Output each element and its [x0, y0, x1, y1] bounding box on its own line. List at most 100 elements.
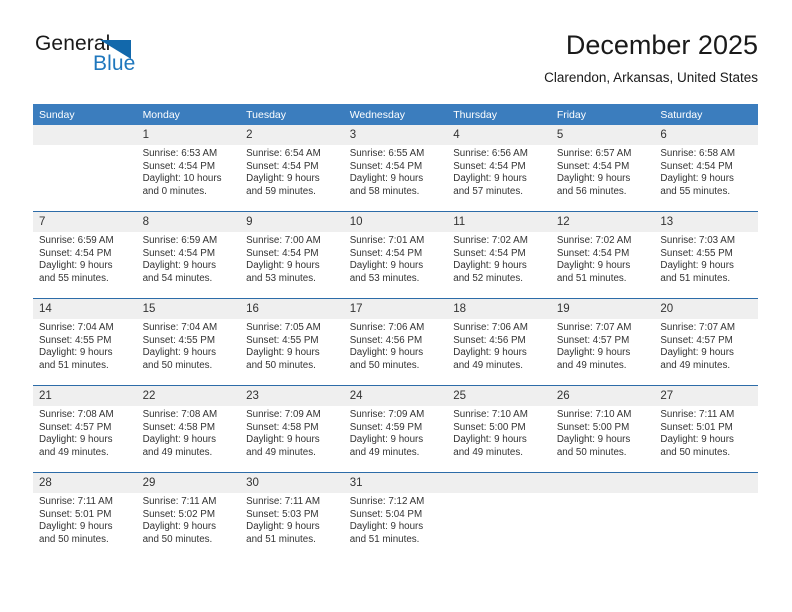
- day-details: Sunrise: 6:53 AM Sunset: 4:54 PM Daylight:…: [137, 145, 241, 198]
- calendar-day-cell[interactable]: 12 Sunrise: 7:02 AM Sunset: 4:54 PM Dayligh…: [550, 211, 655, 299]
- calendar-header-row: Sunday Monday Tuesday Wednesday Thursday…: [33, 104, 758, 125]
- calendar-day-cell[interactable]: 4 Sunrise: 6:56 AM Sunset: 4:54 PM Daylight…: [447, 125, 551, 212]
- calendar-day-cell[interactable]: 2 Sunrise: 6:54 AM Sunset: 4:54 PM Daylight…: [240, 125, 344, 212]
- day-detail-daylight-line1: Daylight: 9 hours: [453, 260, 527, 272]
- calendar-day-cell[interactable]: 15 Sunrise: 7:04 AM Sunset: 4:55 PM Dayligh…: [136, 298, 241, 386]
- day-detail-daylight-line1: Daylight: 9 hours: [246, 434, 320, 446]
- calendar-day-cell[interactable]: 30 Sunrise: 7:11 AM Sunset: 5:03 PM Dayligh…: [240, 472, 344, 559]
- calendar-day-cell[interactable]: 1 Sunrise: 6:53 AM Sunset: 4:54 PM Daylight…: [136, 125, 241, 212]
- day-cell-content: [33, 125, 137, 211]
- day-detail-daylight-line2: and 49 minutes.: [660, 359, 731, 371]
- calendar-day-cell[interactable]: 26 Sunrise: 7:10 AM Sunset: 5:00 PM Dayligh…: [550, 385, 655, 473]
- day-detail-daylight-line1: Daylight: 9 hours: [453, 434, 527, 446]
- day-cell-content: 9 Sunrise: 7:00 AM Sunset: 4:54 PM Daylight…: [240, 212, 344, 298]
- day-number: 21: [33, 386, 137, 406]
- calendar-day-cell[interactable]: 22 Sunrise: 7:08 AM Sunset: 4:58 PM Dayligh…: [136, 385, 241, 473]
- day-detail-sunset: Sunset: 4:54 PM: [142, 247, 215, 259]
- day-detail-daylight-line1: Daylight: 9 hours: [660, 173, 734, 185]
- day-number: 15: [136, 299, 241, 319]
- day-details: Sunrise: 7:09 AM Sunset: 4:58 PM Daylight:…: [240, 406, 344, 459]
- logo-text-blue: Blue: [93, 52, 136, 75]
- day-detail-sunset: Sunset: 4:54 PM: [556, 247, 630, 259]
- day-number: 19: [550, 299, 655, 319]
- day-detail-sunrise: Sunrise: 7:09 AM: [246, 409, 321, 420]
- calendar-day-cell[interactable]: 18 Sunrise: 7:06 AM Sunset: 4:56 PM Dayligh…: [447, 298, 551, 386]
- day-number: 5: [550, 125, 655, 145]
- day-detail-daylight-line1: Daylight: 9 hours: [142, 347, 217, 359]
- day-detail-sunrise: Sunrise: 6:58 AM: [660, 148, 735, 159]
- day-cell-content: 21 Sunrise: 7:08 AM Sunset: 4:57 PM Dayligh…: [33, 386, 137, 472]
- day-number: 10: [343, 212, 448, 232]
- day-number: 8: [136, 212, 241, 232]
- weekday-header-thursday: Thursday: [447, 104, 551, 125]
- general-blue-logo: General Blue: [33, 32, 263, 84]
- day-cell-content: 25 Sunrise: 7:10 AM Sunset: 5:00 PM Dayligh…: [447, 386, 551, 472]
- calendar-day-cell[interactable]: 24 Sunrise: 7:09 AM Sunset: 4:59 PM Dayligh…: [343, 385, 448, 473]
- day-detail-daylight-line2: and 50 minutes.: [246, 359, 316, 371]
- day-detail-sunrise: Sunrise: 6:56 AM: [453, 148, 528, 159]
- day-cell-content: 18 Sunrise: 7:06 AM Sunset: 4:56 PM Dayligh…: [447, 299, 551, 385]
- calendar-day-cell[interactable]: 7 Sunrise: 6:59 AM Sunset: 4:54 PM Daylight…: [33, 211, 137, 299]
- day-detail-daylight-line2: and 49 minutes.: [39, 446, 109, 458]
- calendar-day-cell[interactable]: 25 Sunrise: 7:10 AM Sunset: 5:00 PM Dayligh…: [447, 385, 551, 473]
- day-detail-sunset: Sunset: 4:58 PM: [246, 421, 319, 433]
- calendar-day-cell[interactable]: 23 Sunrise: 7:09 AM Sunset: 4:58 PM Dayligh…: [240, 385, 344, 473]
- day-cell-content: 28 Sunrise: 7:11 AM Sunset: 5:01 PM Dayligh…: [33, 473, 137, 559]
- day-detail-sunrise: Sunrise: 7:06 AM: [349, 322, 425, 333]
- weekday-header-sunday: Sunday: [33, 104, 137, 125]
- day-detail-daylight-line2: and 50 minutes.: [660, 446, 731, 458]
- day-details: Sunrise: 7:07 AM Sunset: 4:57 PM Daylight:…: [654, 319, 758, 372]
- day-detail-sunset: Sunset: 5:02 PM: [142, 508, 215, 520]
- day-detail-sunrise: Sunrise: 6:53 AM: [142, 148, 218, 159]
- calendar-day-cell[interactable]: 10 Sunrise: 7:01 AM Sunset: 4:54 PM Dayligh…: [343, 211, 448, 299]
- day-cell-content: 17 Sunrise: 7:06 AM Sunset: 4:56 PM Dayligh…: [343, 299, 448, 385]
- day-detail-daylight-line1: Daylight: 9 hours: [556, 260, 631, 272]
- day-detail-sunrise: Sunrise: 7:07 AM: [660, 322, 735, 333]
- day-detail-sunrise: Sunrise: 7:02 AM: [556, 235, 632, 246]
- day-detail-daylight-line2: and 49 minutes.: [142, 446, 213, 458]
- day-detail-sunset: Sunset: 4:54 PM: [349, 160, 423, 172]
- day-detail-daylight-line1: Daylight: 9 hours: [660, 434, 734, 446]
- calendar-day-cell[interactable]: 11 Sunrise: 7:02 AM Sunset: 4:54 PM Dayligh…: [447, 211, 551, 299]
- day-detail-daylight-line2: and 53 minutes.: [246, 272, 316, 284]
- day-detail-daylight-line2: and 50 minutes.: [39, 533, 109, 545]
- day-details: Sunrise: 6:56 AM Sunset: 4:54 PM Daylight:…: [447, 145, 551, 198]
- calendar-day-cell[interactable]: 20 Sunrise: 7:07 AM Sunset: 4:57 PM Dayligh…: [654, 298, 758, 386]
- day-detail-daylight-line2: and 49 minutes.: [349, 446, 420, 458]
- day-detail-daylight-line2: and 53 minutes.: [349, 272, 420, 284]
- day-detail-daylight-line2: and 51 minutes.: [660, 272, 731, 284]
- day-detail-daylight-line2: and 0 minutes.: [142, 185, 207, 197]
- day-cell-content: 7 Sunrise: 6:59 AM Sunset: 4:54 PM Daylight…: [33, 212, 137, 298]
- calendar-day-cell[interactable]: 5 Sunrise: 6:57 AM Sunset: 4:54 PM Daylight…: [550, 125, 655, 212]
- day-cell-content: 6 Sunrise: 6:58 AM Sunset: 4:54 PM Daylight…: [654, 125, 758, 211]
- day-detail-daylight-line1: Daylight: 9 hours: [660, 347, 734, 359]
- day-detail-sunrise: Sunrise: 7:04 AM: [39, 322, 114, 333]
- calendar-day-cell[interactable]: 6 Sunrise: 6:58 AM Sunset: 4:54 PM Daylight…: [654, 125, 758, 212]
- calendar-day-cell[interactable]: 21 Sunrise: 7:08 AM Sunset: 4:57 PM Dayligh…: [33, 385, 137, 473]
- calendar-day-cell[interactable]: 14 Sunrise: 7:04 AM Sunset: 4:55 PM Dayligh…: [33, 298, 137, 386]
- calendar-day-cell[interactable]: 27 Sunrise: 7:11 AM Sunset: 5:01 PM Dayligh…: [654, 385, 758, 473]
- calendar-day-cell[interactable]: 17 Sunrise: 7:06 AM Sunset: 4:56 PM Dayligh…: [343, 298, 448, 386]
- calendar-day-cell[interactable]: 29 Sunrise: 7:11 AM Sunset: 5:02 PM Dayligh…: [136, 472, 241, 559]
- day-detail-sunset: Sunset: 4:55 PM: [142, 334, 215, 346]
- calendar-day-cell-empty: [447, 472, 551, 559]
- day-detail-daylight-line1: Daylight: 9 hours: [453, 347, 527, 359]
- day-detail-daylight-line2: and 54 minutes.: [142, 272, 213, 284]
- calendar-day-cell[interactable]: 9 Sunrise: 7:00 AM Sunset: 4:54 PM Daylight…: [240, 211, 344, 299]
- calendar-day-cell[interactable]: 28 Sunrise: 7:11 AM Sunset: 5:01 PM Dayligh…: [33, 472, 137, 559]
- day-number: 1: [136, 125, 241, 145]
- calendar-day-cell[interactable]: 3 Sunrise: 6:55 AM Sunset: 4:54 PM Daylight…: [343, 125, 448, 212]
- calendar-day-cell[interactable]: 13 Sunrise: 7:03 AM Sunset: 4:55 PM Dayligh…: [654, 211, 758, 299]
- calendar-day-cell[interactable]: 8 Sunrise: 6:59 AM Sunset: 4:54 PM Daylight…: [136, 211, 241, 299]
- day-detail-daylight-line1: Daylight: 9 hours: [246, 260, 320, 272]
- day-details: Sunrise: 6:58 AM Sunset: 4:54 PM Daylight:…: [654, 145, 758, 198]
- day-cell-content: 4 Sunrise: 6:56 AM Sunset: 4:54 PM Daylight…: [447, 125, 551, 211]
- calendar-day-cell[interactable]: 31 Sunrise: 7:12 AM Sunset: 5:04 PM Dayligh…: [343, 472, 448, 559]
- calendar-day-cell[interactable]: 19 Sunrise: 7:07 AM Sunset: 4:57 PM Dayligh…: [550, 298, 655, 386]
- day-detail-sunset: Sunset: 4:57 PM: [39, 421, 112, 433]
- day-details: Sunrise: 7:07 AM Sunset: 4:57 PM Daylight:…: [551, 319, 655, 372]
- day-detail-sunset: Sunset: 4:55 PM: [39, 334, 112, 346]
- day-details: Sunrise: 6:59 AM Sunset: 4:54 PM Daylight:…: [33, 232, 137, 285]
- day-details: Sunrise: 7:08 AM Sunset: 4:57 PM Daylight:…: [33, 406, 137, 459]
- calendar-day-cell[interactable]: 16 Sunrise: 7:05 AM Sunset: 4:55 PM Dayligh…: [240, 298, 344, 386]
